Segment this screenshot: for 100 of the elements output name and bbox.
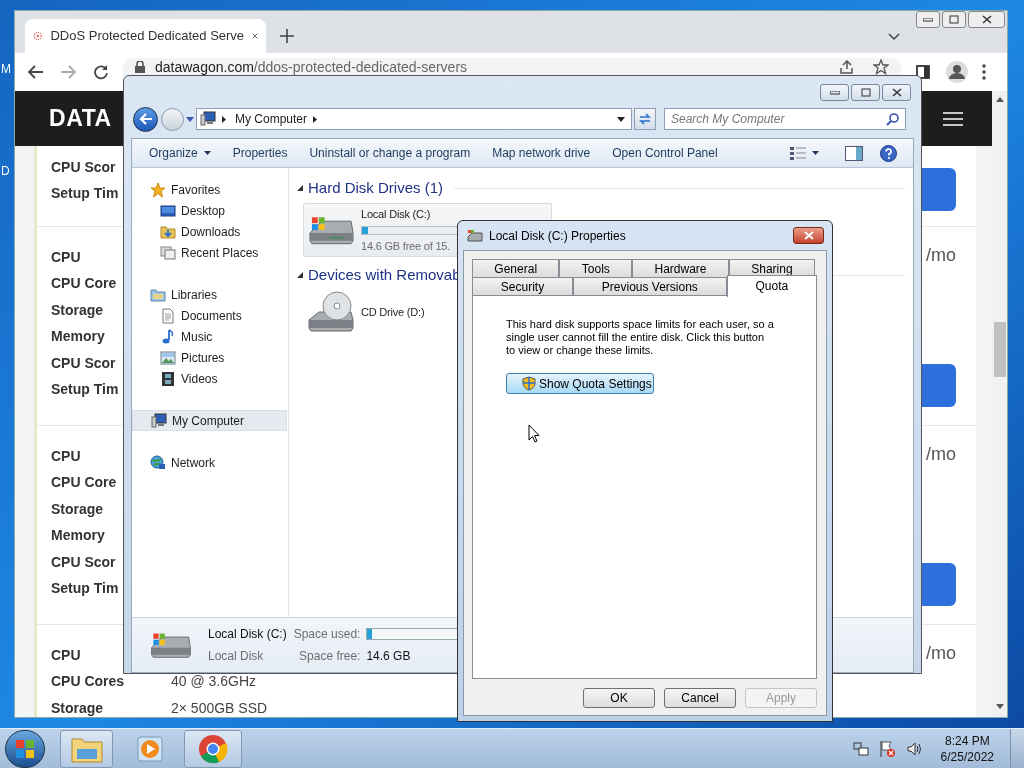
address-bar[interactable]: My Computer (196, 108, 632, 130)
flag-icon[interactable] (878, 739, 897, 758)
nav-item[interactable]: Network (132, 452, 288, 473)
scroll-down-icon[interactable] (995, 704, 1004, 709)
back-icon[interactable] (28, 65, 44, 79)
nav-item[interactable]: Recent Places (132, 242, 288, 263)
restore-icon (949, 15, 959, 24)
spec-label: Memory (51, 328, 105, 345)
view-button[interactable] (790, 146, 819, 160)
close-button[interactable] (968, 11, 1005, 28)
nav-item[interactable]: Downloads (132, 221, 288, 242)
document-icon (160, 307, 176, 324)
new-tab-icon[interactable] (280, 29, 294, 43)
close-button[interactable] (793, 227, 824, 244)
spec-label: Setup Tim (51, 185, 119, 202)
minimize-button[interactable] (916, 11, 940, 28)
drive-name[interactable]: Local Disk (C:) (361, 206, 431, 223)
caret-down-icon (812, 151, 819, 155)
browser-logo-icon (198, 733, 228, 764)
computer-icon (200, 111, 216, 127)
site-button[interactable] (920, 168, 956, 211)
search-field[interactable]: Search My Computer (664, 108, 906, 130)
dialog-button[interactable]: OK (583, 688, 655, 708)
group-header[interactable]: Hard Disk Drives (1) (308, 176, 443, 200)
share-icon[interactable] (839, 60, 855, 74)
description-text: This hard disk supports space limits for each user, so a single user cannot fill the entire disk. Click this button to view or change these limits. (506, 318, 775, 357)
minimize-icon (923, 17, 933, 22)
collapse-icon[interactable] (297, 272, 303, 278)
nav-item[interactable]: Pictures (132, 347, 288, 368)
close-icon[interactable] (252, 31, 258, 41)
refresh-button[interactable] (634, 108, 656, 130)
taskbar-button[interactable] (184, 729, 242, 768)
toolbar-button[interactable]: Uninstall or change a program (301, 142, 479, 164)
address-bar[interactable]: datawagon.com/ddos-protected-dedicated-servers (123, 58, 901, 76)
toolbar-button[interactable]: Map network drive (484, 142, 599, 164)
dialog-tab[interactable]: General (472, 259, 560, 277)
star-icon[interactable] (873, 59, 889, 75)
toolbar-button[interactable]: Organize (141, 142, 219, 164)
scroll-up-icon[interactable] (995, 97, 1004, 102)
site-button[interactable] (920, 364, 956, 407)
chevron-right-icon[interactable] (313, 115, 318, 123)
nav-item[interactable]: Documents (132, 305, 288, 326)
toolbar-button[interactable]: Properties (224, 142, 296, 164)
network-icon[interactable] (852, 740, 869, 757)
close-icon (803, 231, 814, 240)
nav-item[interactable]: Favorites (132, 179, 288, 200)
browser-tab[interactable]: DDoS Protected Dedicated Serve (25, 19, 266, 53)
reload-icon[interactable] (93, 64, 109, 80)
nav-item[interactable]: Desktop (132, 200, 288, 221)
caret-down-icon[interactable] (617, 116, 625, 122)
dialog-tab[interactable]: Security (472, 277, 573, 295)
chevron-down-icon[interactable] (888, 33, 900, 41)
profile-icon[interactable] (946, 61, 968, 83)
desktop-icon-label[interactable]: D (1, 162, 10, 180)
show-desktop-button[interactable] (1010, 728, 1024, 768)
close-button[interactable] (882, 84, 911, 101)
menu-icon[interactable] (982, 64, 986, 80)
show-quota-settings-button[interactable]: Show Quota Settings (506, 373, 654, 394)
spec-label: Storage (51, 699, 104, 716)
nav-item[interactable]: Libraries (132, 284, 288, 305)
disc-drive-icon (307, 290, 355, 334)
preview-pane-icon[interactable] (845, 145, 863, 161)
close-icon (981, 15, 992, 24)
nav-item[interactable]: My Computer (132, 410, 287, 431)
speaker-icon[interactable] (906, 740, 923, 757)
site-button[interactable] (920, 563, 956, 606)
help-icon[interactable] (880, 144, 897, 162)
music-note-icon (160, 328, 176, 345)
dialog-tab[interactable]: Previous Versions (573, 277, 727, 295)
nav-item[interactable]: Music (132, 326, 288, 347)
dialog-button[interactable]: Cancel (664, 688, 736, 708)
search-icon (886, 112, 899, 126)
collapse-icon[interactable] (297, 185, 303, 191)
dialog-tab[interactable]: Tools (559, 259, 633, 277)
restore-button[interactable] (942, 11, 966, 28)
window-stack-icon (160, 244, 176, 261)
nav-item[interactable]: Videos (132, 368, 288, 389)
spec-label: Storage (51, 301, 104, 318)
back-button[interactable] (133, 106, 158, 132)
minimize-button[interactable] (820, 84, 849, 101)
spec-label: CPU (51, 447, 81, 464)
dialog-tab[interactable]: Quota (726, 275, 817, 297)
dialog-tab[interactable]: Hardware (632, 259, 729, 277)
site-logo[interactable]: DATA (49, 101, 112, 136)
search-input[interactable]: Search My Computer (671, 110, 886, 128)
scrollbar-thumb[interactable] (993, 322, 1006, 377)
breadcrumb[interactable]: My Computer (235, 110, 308, 128)
spec-value: 2× 500GB SSD (171, 698, 268, 717)
film-icon (160, 370, 176, 387)
spec-label: CPU Scor (51, 354, 116, 371)
start-button[interactable] (5, 729, 45, 768)
menu-icon[interactable] (943, 111, 963, 126)
drive-info: 14.6 GB free of 15. (361, 238, 451, 254)
clock-date[interactable]: 6/25/2022 (940, 748, 994, 765)
desktop-icon-label[interactable]: M (1, 60, 11, 78)
side-panel-icon[interactable] (916, 65, 930, 79)
toolbar-button[interactable]: Open Control Panel (604, 142, 726, 164)
drive-name[interactable]: CD Drive (D:) (361, 303, 425, 321)
price-text: /mo (926, 443, 956, 466)
clock-time[interactable]: 8:24 PM (944, 732, 990, 749)
